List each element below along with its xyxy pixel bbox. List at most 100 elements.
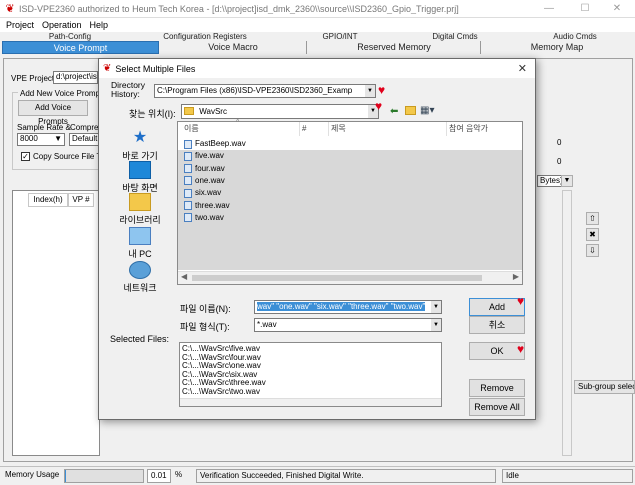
place-libraries-label: 라이브러리 xyxy=(119,215,161,225)
chevron-down-icon: ▼ xyxy=(54,134,62,143)
place-desktop-label: 바탕 화면 xyxy=(122,183,158,193)
menu-project[interactable]: Project xyxy=(6,20,34,30)
vpe-project-label: VPE Project xyxy=(11,74,55,83)
selected-files-scrollbar[interactable] xyxy=(180,398,441,406)
arrow-up-icon: ⇧ xyxy=(589,214,596,223)
status-message: Verification Succeeded, Finished Digital… xyxy=(196,469,496,483)
file-row[interactable]: three.wav xyxy=(184,199,426,212)
memory-usage-fill xyxy=(65,470,66,482)
col-number[interactable]: # xyxy=(299,122,327,136)
directory-history-select[interactable]: C:\Program Files (x86)\ISD-VPE2360\ISD23… xyxy=(154,84,376,98)
remove-button[interactable]: Remove xyxy=(469,379,525,397)
heart-annotation-icon: ♥ xyxy=(517,342,525,356)
sample-rate-value: 8000 xyxy=(20,134,38,143)
wav-file-icon xyxy=(184,151,192,161)
cancel-button[interactable]: 취소 xyxy=(469,316,525,334)
move-up-button[interactable]: ⇧ xyxy=(586,212,599,225)
x-icon: ✖ xyxy=(589,230,596,239)
place-desktop[interactable]: 바탕 화면 xyxy=(105,161,175,194)
sample-rate-label: Sample Rate & xyxy=(17,123,71,132)
col-index[interactable]: Index(h) xyxy=(28,193,68,207)
chevron-down-icon: ▼ xyxy=(563,177,571,184)
app-icon: ❦ xyxy=(5,2,15,15)
subgroup-select-button[interactable]: Sub-group selecti xyxy=(574,380,635,394)
right-value-2: 0 xyxy=(557,157,562,166)
selected-file-item[interactable]: C:\...\WavSrc\two.wav xyxy=(182,387,266,397)
place-network-label: 네트워크 xyxy=(123,283,157,293)
minimize-button[interactable]: — xyxy=(531,0,567,18)
col-artist[interactable]: 참여 음악가 xyxy=(446,122,522,136)
sample-rate-select[interactable]: 8000 ▼ xyxy=(17,133,65,146)
file-name: five.wav xyxy=(195,151,224,161)
bytes-select-value: Bytes) xyxy=(540,176,563,185)
file-row[interactable]: five.wav xyxy=(184,150,426,163)
back-arrow-icon[interactable]: ⬅ xyxy=(390,106,398,117)
tab-voice-macro[interactable]: Voice Macro xyxy=(160,41,307,54)
place-this-pc-label: 내 PC xyxy=(128,249,152,259)
maximize-button[interactable]: ☐ xyxy=(567,0,603,18)
computer-icon xyxy=(129,227,151,245)
directory-history-label: Directory History: xyxy=(111,80,146,99)
view-menu-icon[interactable]: ▦▾ xyxy=(420,105,434,116)
file-row[interactable]: four.wav xyxy=(184,162,426,175)
file-name: six.wav xyxy=(195,188,222,198)
tab-voice-prompt[interactable]: Voice Prompt xyxy=(2,41,159,54)
file-row[interactable]: six.wav xyxy=(184,187,426,200)
wav-file-icon xyxy=(184,213,192,223)
up-folder-icon[interactable] xyxy=(405,106,416,115)
file-name-field[interactable]: wav" "one.wav" "six.wav" "three.wav" "tw… xyxy=(254,300,442,314)
file-name: three.wav xyxy=(195,200,230,210)
directory-history-value: C:\Program Files (x86)\ISD-VPE2360\ISD23… xyxy=(157,86,353,95)
bytes-dropdown-button[interactable]: ▼ xyxy=(561,175,573,187)
move-down-button[interactable]: ⇩ xyxy=(586,244,599,257)
place-this-pc[interactable]: 내 PC xyxy=(105,227,175,260)
scroll-thumb[interactable] xyxy=(192,275,482,281)
heart-annotation-icon: ♥ xyxy=(517,294,525,308)
menu-operation[interactable]: Operation xyxy=(42,20,82,30)
compress-select[interactable]: Default xyxy=(69,133,99,146)
remove-all-button[interactable]: Remove All xyxy=(469,398,525,416)
file-name: one.wav xyxy=(195,175,225,185)
scroll-left-icon[interactable]: ◀ xyxy=(181,272,187,281)
file-row[interactable]: one.wav xyxy=(184,174,426,187)
network-icon xyxy=(129,261,151,279)
right-scrollbar[interactable] xyxy=(562,190,572,456)
voice-prompt-table xyxy=(12,190,100,456)
star-icon: ★ xyxy=(132,129,148,146)
menu-help[interactable]: Help xyxy=(90,20,109,30)
col-title[interactable]: 제목 xyxy=(328,122,443,136)
add-voice-prompts-button[interactable]: Add Voice Prompts xyxy=(18,100,88,126)
add-group-label: Add New Voice Prompts xyxy=(18,89,109,98)
file-name-label: 파일 이름(N): xyxy=(180,304,231,314)
sort-up-icon: ^ xyxy=(236,119,240,126)
file-row[interactable]: FastBeep.wav xyxy=(184,138,426,150)
selected-files-list[interactable]: C:\...\WavSrc\five.wav C:\...\WavSrc\four… xyxy=(179,342,442,407)
dialog-close-button[interactable]: ✕ xyxy=(518,62,527,75)
scroll-right-icon[interactable]: ▶ xyxy=(513,272,519,281)
folder-icon xyxy=(184,107,194,115)
library-icon xyxy=(129,193,151,211)
wav-file-icon xyxy=(184,188,192,198)
file-row[interactable]: two.wav xyxy=(184,211,426,224)
look-in-value: WavSrc xyxy=(199,107,227,116)
memory-usage-label: Memory Usage xyxy=(5,470,60,479)
place-quick-access[interactable]: ★ 바로 가기 xyxy=(105,129,175,162)
heart-annotation-icon: ♥ xyxy=(378,83,386,97)
vpe-project-field[interactable]: d:\project\is xyxy=(53,71,98,84)
status-state: Idle xyxy=(502,469,633,483)
copy-source-label: Copy Source File To xyxy=(33,152,105,161)
delete-button[interactable]: ✖ xyxy=(586,228,599,241)
place-network[interactable]: 네트워크 xyxy=(105,261,175,294)
close-window-button[interactable]: ✕ xyxy=(599,0,635,18)
look-in-select[interactable]: WavSrc ▼ xyxy=(181,104,379,119)
place-libraries[interactable]: 라이브러리 xyxy=(105,193,175,226)
file-type-select[interactable]: *.wav ▼ xyxy=(254,318,442,332)
file-name-value: wav" "one.wav" "six.wav" "three.wav" "tw… xyxy=(257,302,426,311)
copy-source-checkbox[interactable]: ✓ xyxy=(21,152,30,161)
horizontal-scrollbar[interactable]: ◀ ▶ xyxy=(178,271,522,284)
selected-files-label: Selected Files: xyxy=(110,334,170,344)
tab-memory-map[interactable]: Memory Map xyxy=(482,41,632,54)
file-list[interactable]: 이름 ^ # 제목 참여 음악가 FastBeep.wav five.wav fou… xyxy=(177,119,523,285)
col-vp[interactable]: VP # xyxy=(68,193,94,207)
tab-reserved-memory[interactable]: Reserved Memory xyxy=(308,41,481,54)
